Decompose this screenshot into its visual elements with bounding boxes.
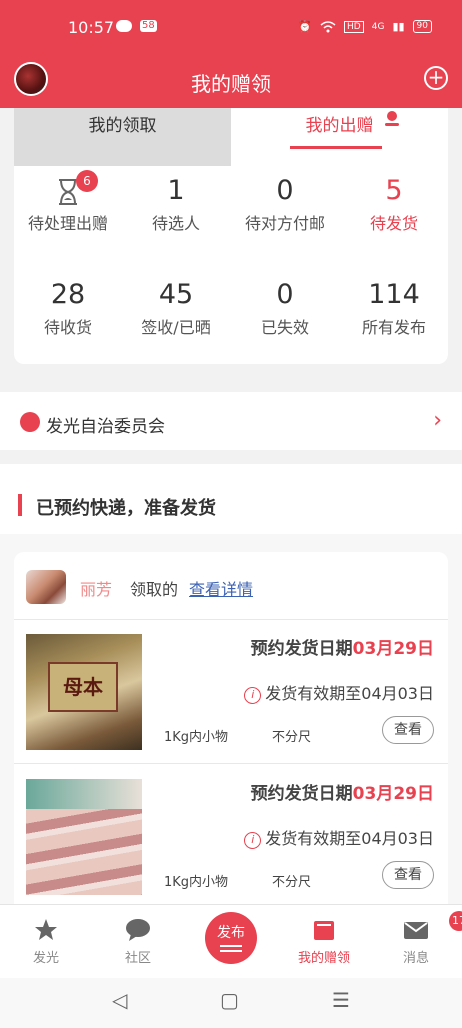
stat-number: 0 (276, 175, 294, 206)
back-icon[interactable]: ◁ (112, 988, 127, 1012)
order-item[interactable]: 母本 预约发货日期03月29日 i 发货有效期至04月03日 1Kg内小物 不分尺… (14, 620, 448, 764)
tab-my-give[interactable]: 我的出赠 (231, 108, 448, 166)
order-header: 丽芳 领取的 查看详情 (14, 552, 448, 620)
fit-tag: 不分尺 (272, 730, 312, 745)
stat-label: 待发货 (369, 214, 418, 233)
stat-label: 所有发布 (361, 318, 426, 337)
tab-my-receive[interactable]: 我的领取 (14, 108, 231, 166)
nav-label: 我的赠领 (297, 951, 350, 966)
stat-pending-select[interactable]: 1 待选人 (122, 174, 230, 234)
size-tag: 1Kg内小物 (164, 875, 229, 890)
gift-box-icon (311, 917, 337, 943)
person-icon (385, 111, 399, 126)
order-item[interactable]: 预约发货日期03月29日 i 发货有效期至04月03日 1Kg内小物 不分尺 查看 (14, 765, 448, 909)
hd-icon: HD (344, 20, 364, 33)
stat-signed[interactable]: 45 签收/已晒 (122, 278, 230, 338)
wechat-icon (116, 20, 132, 32)
nav-label: 消息 (402, 951, 429, 966)
nav-label: 发光 (32, 951, 59, 966)
view-button[interactable]: 查看 (382, 716, 434, 744)
stat-number: 5 (385, 175, 403, 206)
product-label-text: 母本 (48, 662, 118, 712)
chat-bubble-icon (125, 917, 151, 943)
hourglass-icon (14, 174, 122, 208)
ship-validity: i 发货有效期至04月03日 (244, 825, 434, 849)
section-accent-bar (18, 494, 22, 516)
system-nav-bar: ◁ ▢ ☰ (0, 978, 462, 1028)
stat-pending-receive[interactable]: 28 待收货 (14, 278, 122, 338)
envelope-icon: 17 (403, 911, 462, 943)
signal-bars-icon: ▮▮ (392, 20, 405, 33)
order-card: 丽芳 领取的 查看详情 母本 预约发货日期03月29日 i 发货有效期至04月03… (14, 552, 448, 912)
section-title: 已预约快递，准备发货 (36, 498, 216, 519)
stat-label: 待对方付邮 (244, 214, 325, 233)
stat-label: 待处理出赠 (27, 214, 108, 233)
stat-label: 签收/已晒 (141, 318, 211, 337)
product-image[interactable]: 母本 (26, 634, 142, 750)
nav-item-faguang[interactable]: 发光 (0, 905, 92, 979)
info-icon: i (244, 687, 262, 704)
nav-item-my-gifts[interactable]: 我的赠领 (278, 905, 370, 979)
nav-item-messages[interactable]: 17 消息 (370, 905, 462, 979)
stat-expired[interactable]: 0 已失效 (231, 278, 339, 338)
stat-number: 0 (276, 279, 294, 310)
menu-icon[interactable]: ☰ (332, 988, 350, 1012)
stat-number: 1 (167, 175, 185, 206)
add-button[interactable]: + (424, 66, 448, 90)
committee-label: 发光自治委员会 (46, 417, 165, 437)
stat-number: 45 (158, 279, 194, 310)
status-bar: 10:57 58 ⏰ HD 4G ▮▮ 90 (0, 0, 462, 56)
clock: 10:57 (68, 18, 115, 37)
pending-badge: 6 (76, 170, 98, 192)
stat-number: 28 (50, 279, 86, 310)
section-header: 已预约快递，准备发货 (0, 464, 462, 534)
page-title: 我的赠领 (191, 72, 271, 96)
size-tag: 1Kg内小物 (164, 730, 229, 745)
ship-date: 预约发货日期03月29日 (250, 639, 434, 659)
info-icon: i (244, 832, 262, 849)
stat-label: 待选人 (151, 214, 200, 233)
app-header: 我的赠领 + (0, 56, 462, 108)
view-button[interactable]: 查看 (382, 861, 434, 889)
receiver-name: 丽芳 (80, 580, 113, 599)
nav-item-community[interactable]: 社区 (92, 905, 184, 979)
committee-row[interactable]: 发光自治委员会 › (0, 392, 462, 450)
stat-pending-give[interactable]: 6 待处理出赠 (14, 170, 122, 234)
chevron-right-icon: › (433, 408, 442, 433)
stat-pending-postage[interactable]: 0 待对方付邮 (231, 174, 339, 234)
gift-stats-card: 我的领取 我的出赠 6 待处理出赠 1 待选人 0 待对方付邮 5 待发货 28… (14, 108, 448, 364)
receiver-avatar[interactable] (26, 570, 66, 604)
alarm-icon: ⏰ (298, 20, 313, 33)
app-58-icon: 58 (140, 20, 157, 32)
home-icon[interactable]: ▢ (220, 988, 239, 1012)
fit-tag: 不分尺 (272, 875, 312, 890)
publish-button[interactable]: 发布 (205, 912, 257, 964)
stat-number: 114 (368, 279, 420, 310)
stat-all-posts[interactable]: 114 所有发布 (340, 278, 448, 338)
view-detail-link[interactable]: 查看详情 (189, 576, 253, 600)
signal-icon: 4G (371, 21, 385, 32)
nav-label: 社区 (124, 951, 151, 966)
receive-text: 领取的 (130, 580, 179, 599)
product-image[interactable] (26, 779, 142, 895)
ship-validity: i 发货有效期至04月03日 (244, 680, 434, 704)
stat-label: 已失效 (260, 318, 309, 337)
active-tab-indicator (290, 146, 382, 149)
committee-icon (20, 412, 40, 432)
stat-label: 待收货 (43, 318, 92, 337)
wifi-icon (320, 20, 336, 32)
battery-icon: 90 (412, 20, 432, 33)
star-icon (33, 917, 59, 943)
stat-pending-ship[interactable]: 5 待发货 (340, 174, 448, 234)
ship-date: 预约发货日期03月29日 (250, 784, 434, 804)
message-badge: 17 (449, 911, 462, 931)
